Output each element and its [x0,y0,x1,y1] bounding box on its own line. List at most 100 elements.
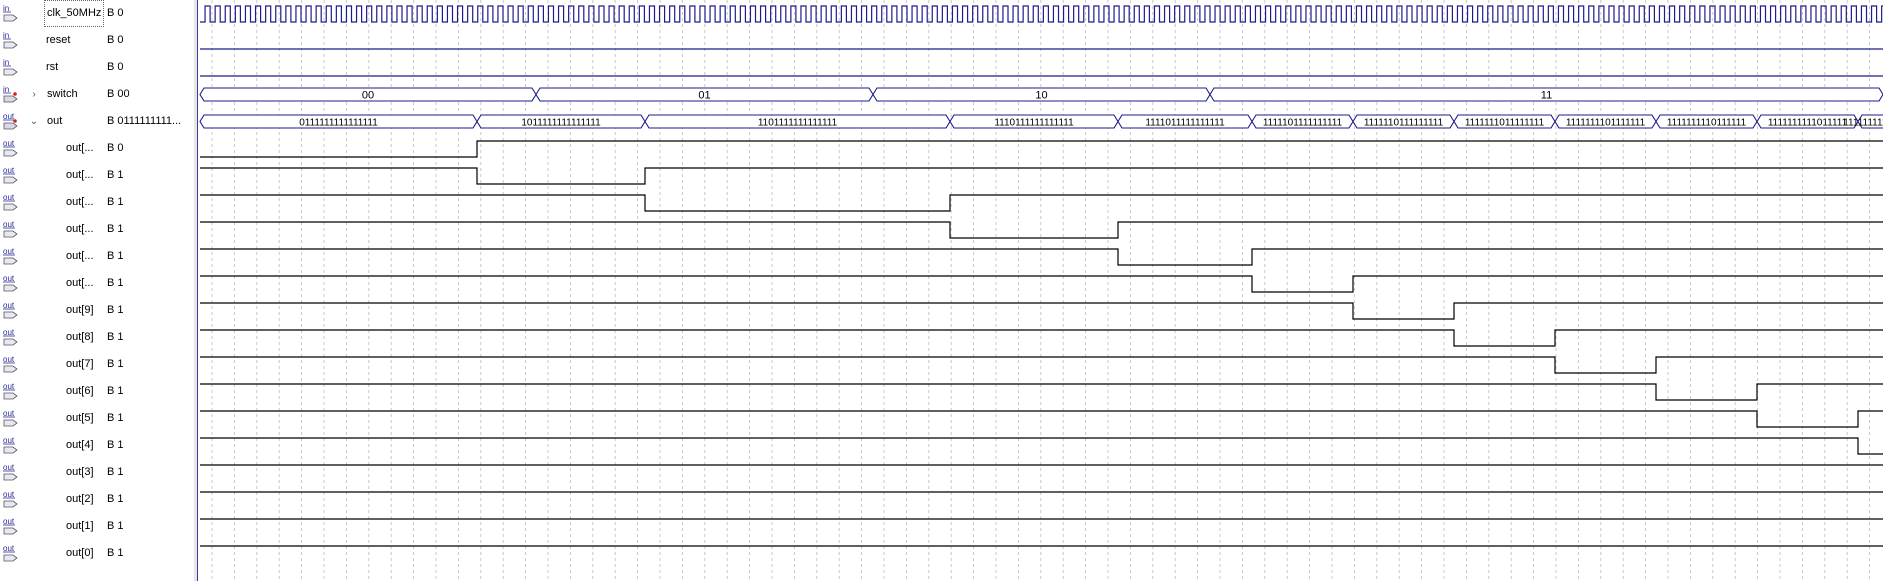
signal-value: B 1 [107,304,124,316]
bit-waveform [200,221,1883,239]
input-pin-icon: in [1,2,23,24]
signal-row[interactable]: out out[... B 1 [0,216,193,243]
signal-row[interactable]: out out[... B 1 [0,270,193,297]
output-pin-icon: out [1,191,23,213]
output-pin-icon: out [1,164,23,186]
signal-value: B 1 [107,358,124,370]
bit-waveform [200,140,1883,158]
signal-name: out[3] [66,466,94,478]
signal-value: B 1 [107,250,124,262]
signal-row[interactable]: out out[7] B 1 [0,351,193,378]
signal-list-panel: in clk_50MHz B 0 in reset B 0 in rst B 0 in › switc… [0,0,193,581]
clk-waveform [200,5,1883,23]
bus-segment-label: 1111111101111111 [1566,118,1646,129]
output-pin-icon: out [1,245,23,267]
signal-name: out[7] [66,358,94,370]
signal-value: B 1 [107,466,124,478]
signal-value: B 0 [107,142,124,154]
output-pin-icon: out [1,272,23,294]
signal-row[interactable]: in › switch B 00 [0,81,193,108]
signal-value: B 1 [107,493,124,505]
signal-name: out[8] [66,331,94,343]
bus-segment-label: 1111111011111111 [1465,118,1545,129]
signal-name: out[... [66,169,94,181]
signal-value: B 1 [107,520,124,532]
signal-name: out[... [66,277,94,289]
signal-value: B 1 [107,331,124,343]
signal-row[interactable]: out out[9] B 1 [0,297,193,324]
signal-name: rst [46,61,59,73]
bit-waveform [200,329,1883,347]
signal-row[interactable]: out out[4] B 1 [0,432,193,459]
signal-value: B 0 [107,7,124,19]
signal-row[interactable]: out ⌄ out B 0111111111... [0,108,193,135]
input-pin-icon: in [1,56,23,78]
signal-row[interactable]: out out[... B 1 [0,189,193,216]
bus-segment-label: 11 [1541,90,1552,102]
signal-row[interactable]: out out[6] B 1 [0,378,193,405]
bus-segment-label: 0111111111111111 [299,118,378,129]
signal-row[interactable]: out out[0] B 1 [0,540,193,567]
bus-segment-label: 01 [698,90,710,102]
signal-row[interactable]: out out[1] B 1 [0,513,193,540]
bus-segment-label: 1111111110111111 [1667,118,1747,129]
output-pin-icon: out [1,542,23,564]
output-pin-icon: out [1,407,23,429]
output-pin-icon: out [1,353,23,375]
signal-name: out[... [66,196,94,208]
signal-name: out[... [66,223,94,235]
signal-name: out[2] [66,493,94,505]
signal-row[interactable]: out out[3] B 1 [0,459,193,486]
signal-row[interactable]: out out[2] B 1 [0,486,193,513]
signal-value: B 1 [107,385,124,397]
signal-name: out[4] [66,439,94,451]
signal-name: out[0] [66,547,94,559]
output-pin-icon: out [1,488,23,510]
bus-segment-label: 1110111111111111 [994,118,1074,129]
bus-segment-label: 111111111110111 [1843,118,1883,129]
signal-value: B 0 [107,61,124,73]
input-bus-icon: in [1,83,23,105]
signal-value: B 0 [107,34,124,46]
signal-name: out[9] [66,304,94,316]
waveform-panel[interactable]: 00 01 10 11 0111111111111111 1011111111111111… [198,0,1883,584]
output-pin-icon: out [1,137,23,159]
signal-row[interactable]: in reset B 0 [0,27,193,54]
output-pin-icon: out [1,515,23,537]
bit-waveform [200,356,1883,374]
chevron-down-icon[interactable]: ⌄ [28,108,40,135]
bus-segment-label: 1111011111111111 [1145,118,1225,129]
bus-segment-label: 00 [362,90,374,102]
bus-segment-label: 1101111111111111 [758,118,838,129]
output-pin-icon: out [1,461,23,483]
input-pin-icon: in [1,29,23,51]
bus-segment-label: 1111110111111111 [1364,118,1444,129]
signal-row[interactable]: in rst B 0 [0,54,193,81]
chevron-right-icon[interactable]: › [28,81,40,108]
bus-segment-label: 1011111111111111 [521,118,601,129]
signal-row[interactable]: out out[5] B 1 [0,405,193,432]
signal-name: out[5] [66,412,94,424]
signal-row[interactable]: out out[... B 1 [0,162,193,189]
signal-name: out[6] [66,385,94,397]
signal-row[interactable]: out out[8] B 1 [0,324,193,351]
output-pin-icon: out [1,434,23,456]
waveform-canvas[interactable]: 00 01 10 110111111111111111 1011111111111111… [198,0,1883,581]
bit-waveform [200,383,1883,401]
signal-row[interactable]: in clk_50MHz B 0 [0,0,193,27]
signal-row[interactable]: out out[... B 1 [0,243,193,270]
bit-waveform [200,275,1883,293]
signal-name: out[1] [66,520,94,532]
bit-waveform [200,410,1883,428]
signal-row[interactable]: out out[... B 0 [0,135,193,162]
signal-name: out[... [66,250,94,262]
signal-name: clk_50MHz [44,0,105,27]
signal-name: switch [47,88,78,100]
signal-value: B 00 [107,88,130,100]
signal-name: out[... [66,142,94,154]
bit-waveform [200,437,1883,455]
signal-value: B 1 [107,412,124,424]
output-pin-icon: out [1,299,23,321]
output-pin-icon: out [1,218,23,240]
output-pin-icon: out [1,380,23,402]
